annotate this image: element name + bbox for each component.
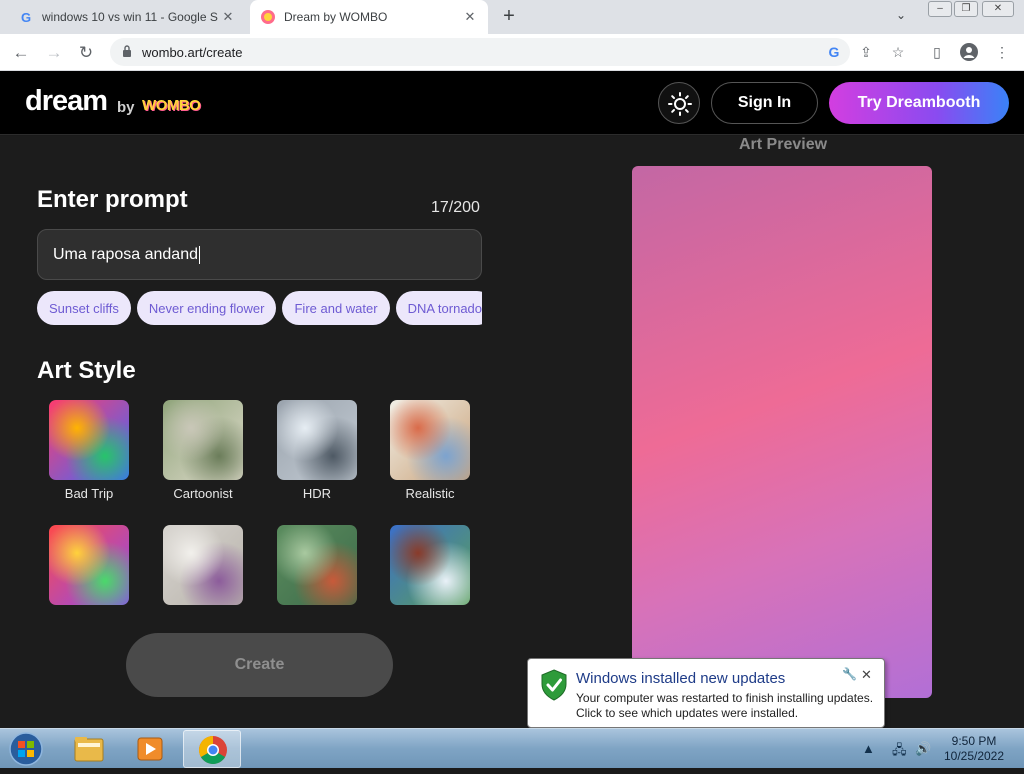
taskbar-clock[interactable]: 9:50 PM 10/25/2022 xyxy=(938,734,1010,764)
url-text: wombo.art/create xyxy=(142,45,243,60)
network-icon[interactable]: 🖧 xyxy=(892,741,907,763)
style-thumbnail xyxy=(390,400,470,480)
prompt-character-count: 17/200 xyxy=(431,199,480,216)
forward-button[interactable]: → xyxy=(43,42,65,64)
style-card[interactable] xyxy=(48,525,130,611)
prompt-suggestions: Sunset cliffs Never ending flower Fire and… xyxy=(37,291,482,327)
suggestion-chip[interactable]: Never ending flower xyxy=(136,291,277,325)
clock-date: 10/25/2022 xyxy=(943,749,1005,763)
bookmark-star-icon[interactable]: ☆ xyxy=(889,43,907,61)
style-label: Cartoonist xyxy=(173,486,233,501)
style-label: HDR xyxy=(302,486,332,501)
style-card[interactable] xyxy=(389,525,471,611)
browser-menu-icon[interactable]: ⋮ xyxy=(993,43,1011,61)
theme-toggle-button[interactable] xyxy=(658,82,700,124)
notification-text: Your computer was restarted to finish in… xyxy=(576,691,874,720)
tab-google-search[interactable]: G windows 10 vs win 11 - Google S ✕ xyxy=(8,0,246,34)
style-card[interactable] xyxy=(276,525,358,611)
show-hidden-icons-icon[interactable]: ▲ xyxy=(862,741,875,756)
notification-close-icon[interactable]: ✕ xyxy=(861,667,872,683)
back-button[interactable]: ← xyxy=(10,42,32,64)
style-card[interactable] xyxy=(162,525,244,611)
tab-search-icon[interactable]: ⌄ xyxy=(896,8,906,22)
style-thumbnail xyxy=(163,525,243,605)
folder-icon xyxy=(74,737,104,762)
minimize-window-button[interactable]: ‒ xyxy=(928,1,952,17)
close-tab-icon[interactable]: ✕ xyxy=(462,9,478,25)
share-icon[interactable]: ⇪ xyxy=(857,43,875,61)
style-thumbnail xyxy=(163,400,243,480)
style-label: Bad Trip xyxy=(64,486,114,501)
chrome-icon xyxy=(199,736,227,764)
reload-button[interactable]: ↻ xyxy=(75,42,97,64)
suggestion-chip[interactable]: Sunset cliffs xyxy=(37,291,131,325)
sign-in-button[interactable]: Sign In xyxy=(711,82,818,124)
taskbar-media-player[interactable] xyxy=(121,730,179,768)
notification-options-icon[interactable]: 🔧 xyxy=(842,667,857,681)
art-preview-heading: Art Preview xyxy=(739,136,828,153)
side-panel-icon[interactable]: ▯ xyxy=(928,43,946,61)
wombo-logo: WOMBO xyxy=(142,97,201,114)
style-card-bad-trip[interactable]: Bad Trip xyxy=(48,400,130,501)
close-window-button[interactable]: ✕ xyxy=(982,1,1014,17)
profile-avatar-icon[interactable] xyxy=(960,43,978,61)
logo-by-text: by xyxy=(117,99,135,116)
wombo-favicon-icon xyxy=(260,9,276,25)
style-card-hdr[interactable]: HDR xyxy=(276,400,358,501)
volume-icon[interactable]: 🔊 xyxy=(915,741,931,757)
sun-icon xyxy=(668,92,692,116)
dream-logo[interactable]: dream xyxy=(25,85,108,118)
lock-icon xyxy=(123,45,131,57)
restore-window-button[interactable]: ❐ xyxy=(954,1,978,17)
style-thumbnail xyxy=(277,525,357,605)
windows-update-notification[interactable]: Windows installed new updates Your compu… xyxy=(527,658,885,728)
style-card-realistic[interactable]: Realistic xyxy=(389,400,471,501)
prompt-heading: Enter prompt xyxy=(37,186,188,213)
art-preview-canvas xyxy=(632,166,932,698)
suggestion-chip[interactable]: DNA tornado xyxy=(395,291,482,325)
windows-logo-icon xyxy=(9,732,43,766)
google-favicon-icon: G xyxy=(20,9,32,25)
style-label: Realistic xyxy=(405,486,455,501)
art-style-heading: Art Style xyxy=(37,357,136,384)
tab-dream-wombo[interactable]: Dream by WOMBO ✕ xyxy=(250,0,488,34)
taskbar-chrome[interactable] xyxy=(183,730,241,768)
suggestion-chip[interactable]: Fire and water xyxy=(282,291,390,325)
create-page: Enter prompt 17/200 Uma raposa andand Su… xyxy=(0,136,1024,728)
style-thumbnail xyxy=(277,400,357,480)
tab-title: Dream by WOMBO xyxy=(284,10,388,24)
new-tab-button[interactable]: + xyxy=(498,6,520,28)
clock-time: 9:50 PM xyxy=(951,734,997,748)
style-thumbnail xyxy=(49,525,129,605)
style-thumbnail xyxy=(49,400,129,480)
notification-title: Windows installed new updates xyxy=(576,670,786,687)
address-bar[interactable]: wombo.art/create xyxy=(110,38,850,66)
prompt-input[interactable]: Uma raposa andand xyxy=(37,229,482,280)
create-button[interactable]: Create xyxy=(126,633,393,697)
close-tab-icon[interactable]: ✕ xyxy=(220,9,236,25)
media-player-icon xyxy=(137,737,163,761)
style-thumbnail xyxy=(390,525,470,605)
google-translate-icon[interactable]: G xyxy=(825,43,843,61)
site-header: dream by WOMBO Sign In Try Dreambooth xyxy=(0,71,1024,135)
start-button[interactable] xyxy=(6,731,46,767)
style-card-cartoonist[interactable]: Cartoonist xyxy=(162,400,244,501)
prompt-input-value: Uma raposa andand xyxy=(53,245,198,263)
tab-title: windows 10 vs win 11 - Google S xyxy=(42,10,218,24)
text-caret xyxy=(198,245,200,264)
browser-tab-bar: G windows 10 vs win 11 - Google S ✕ Drea… xyxy=(0,0,1024,34)
try-dreambooth-button[interactable]: Try Dreambooth xyxy=(829,82,1009,124)
windows-taskbar: ▲ 🖧 🔊 9:50 PM 10/25/2022 xyxy=(0,728,1024,768)
shield-check-icon xyxy=(541,669,567,701)
taskbar-explorer[interactable] xyxy=(60,730,118,768)
browser-toolbar: ← → ↻ wombo.art/create G ⇪ ☆ ▯ ⋮ xyxy=(0,34,1024,71)
